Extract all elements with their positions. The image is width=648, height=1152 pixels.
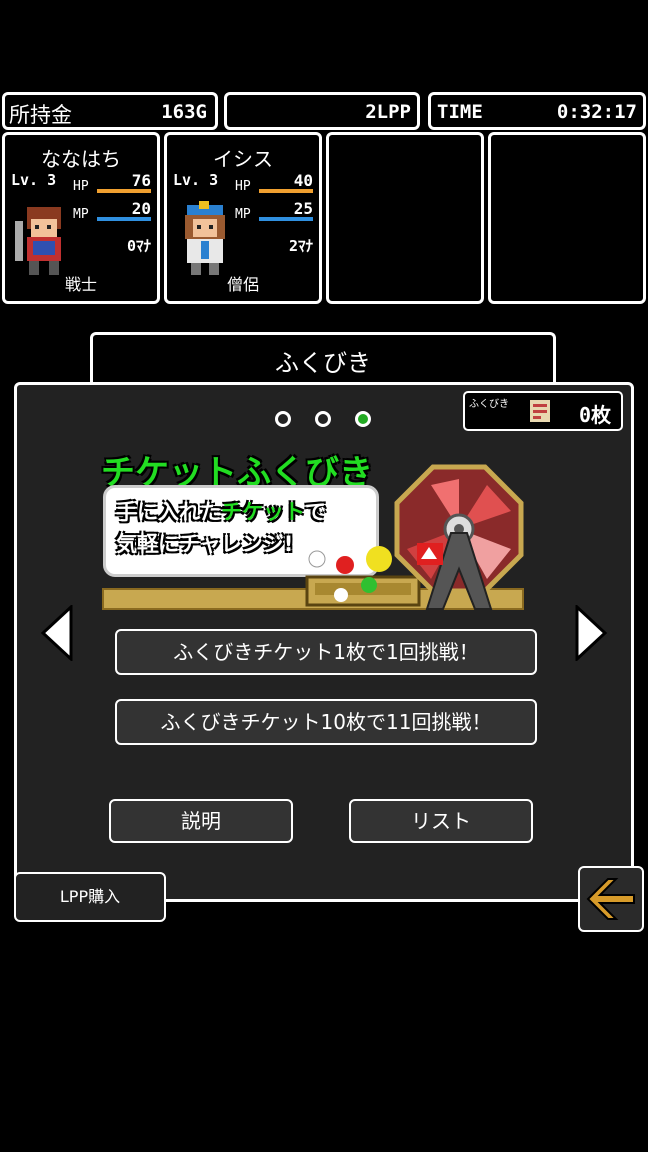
party-slot-empty-4[interactable] xyxy=(488,132,646,304)
member-job: 戦士 xyxy=(64,275,97,294)
draw-1-ticket-button[interactable]: ふくびきチケット1枚で1回挑戦！ xyxy=(115,629,537,675)
ticket-icon xyxy=(530,400,550,422)
lpp-value: 2LPP xyxy=(365,101,411,123)
page-dot-2[interactable] xyxy=(315,411,331,427)
member-level: Lv. 3 xyxy=(173,171,219,189)
mp-value: 25 xyxy=(293,199,313,218)
fukubiki-title-tab: ふくびき xyxy=(90,332,556,384)
member-name: ななはち xyxy=(41,147,121,171)
mp-value: 20 xyxy=(131,199,151,218)
party-slot-empty-3[interactable] xyxy=(326,132,484,304)
ticket-label: ふくびき xyxy=(469,399,509,410)
ticket-count: 0枚 xyxy=(578,403,611,427)
next-page-arrow-icon[interactable] xyxy=(573,605,609,661)
party-member-1[interactable]: ななはち Lv. 3 HP 76 MP 20 0ﾏﾅ 戦士 xyxy=(2,132,160,304)
member-name: イシス xyxy=(213,147,273,171)
party-member-2[interactable]: イシス Lv. 3 HP 40 MP 25 2ﾏﾅ 僧侶 xyxy=(164,132,322,304)
draw-10-tickets-button[interactable]: ふくびきチケット10枚で11回挑戦！ xyxy=(115,699,537,745)
page-dot-3-active[interactable] xyxy=(355,411,371,427)
mana-value: 2ﾏﾅ xyxy=(288,237,313,255)
fukubiki-panel: ふくびき 0枚 チケットふくびき 手に入れたチケットで 気軽にチャレンジ! ふく… xyxy=(14,382,634,902)
lpp-purchase-button[interactable]: LPP購入 xyxy=(14,872,166,922)
time-label: TIME xyxy=(437,101,483,123)
page-dot-1[interactable] xyxy=(275,411,291,427)
member-level: Lv. 3 xyxy=(11,171,57,189)
prev-page-arrow-icon[interactable] xyxy=(39,605,75,661)
mp-bar xyxy=(97,217,151,221)
hp-bar xyxy=(259,189,313,193)
warrior-sprite xyxy=(15,207,61,275)
hp-label: HP xyxy=(73,179,89,194)
back-arrow-icon xyxy=(586,878,635,920)
priest-sprite xyxy=(185,201,225,275)
gold-panel: 所持金 163G xyxy=(2,92,218,130)
gold-label: 所持金 xyxy=(9,103,72,127)
time-value: 0:32:17 xyxy=(556,101,637,123)
gold-value: 163G xyxy=(161,101,207,123)
mp-label: MP xyxy=(73,207,89,222)
mana-value: 0ﾏﾅ xyxy=(126,237,151,255)
member-job: 僧侶 xyxy=(226,275,259,294)
hp-value: 40 xyxy=(293,171,313,190)
lottery-machine-illustration xyxy=(102,464,524,610)
lpp-panel: 2LPP xyxy=(224,92,420,130)
ticket-count-badge: ふくびき 0枚 xyxy=(463,391,623,431)
hp-label: HP xyxy=(235,179,251,194)
hp-bar xyxy=(97,189,151,193)
mp-label: MP xyxy=(235,207,251,222)
back-button[interactable] xyxy=(578,866,644,932)
mp-bar xyxy=(259,217,313,221)
page-title: ふくびき xyxy=(275,349,371,377)
help-button[interactable]: 説明 xyxy=(109,799,293,843)
time-panel: TIME 0:32:17 xyxy=(428,92,646,130)
hp-value: 76 xyxy=(131,171,151,190)
list-button[interactable]: リスト xyxy=(349,799,533,843)
